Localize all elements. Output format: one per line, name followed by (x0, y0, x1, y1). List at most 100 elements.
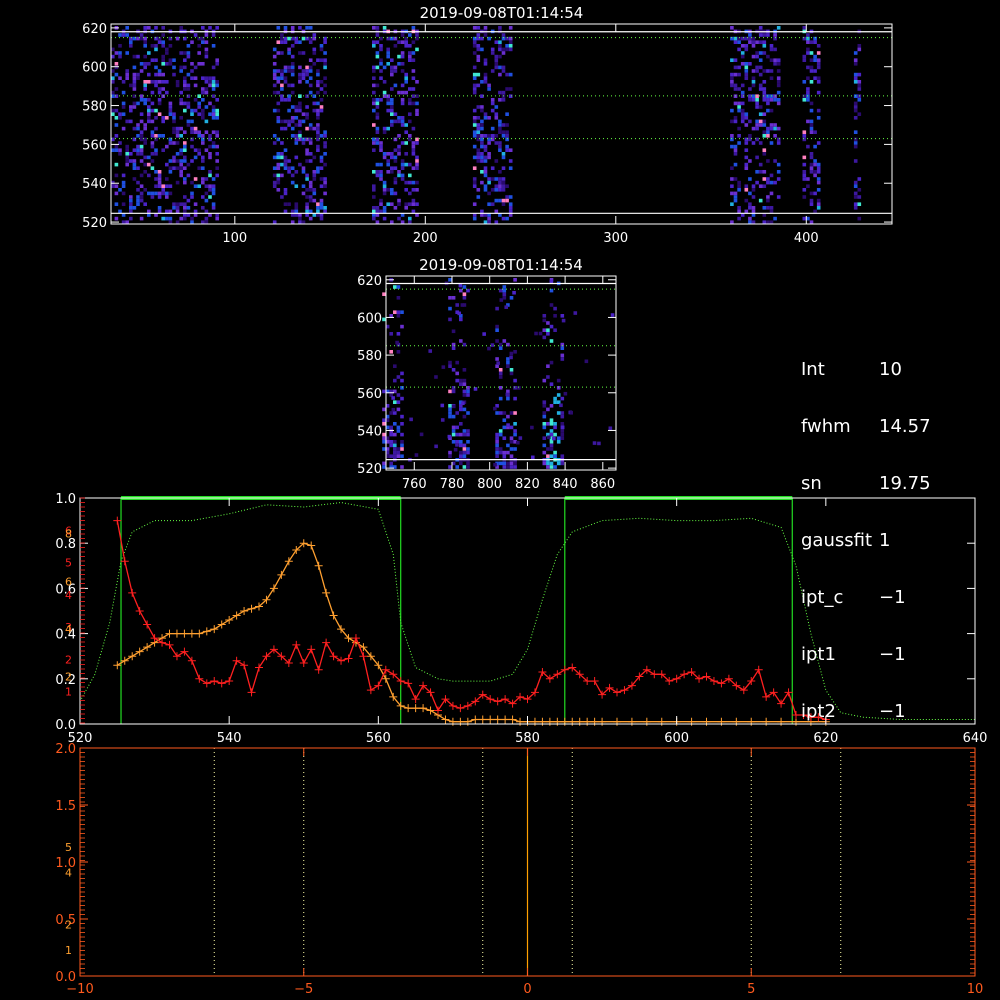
series-marker-2 (777, 699, 786, 708)
series-marker-2 (680, 670, 689, 679)
y-tick-label: 2.0 (55, 742, 76, 757)
x-tick-label: 200 (413, 231, 438, 246)
info-row-fwhm: fwhm 14.57 (801, 416, 931, 437)
y-tick-label-orange: 4 (65, 623, 72, 636)
y-tick-label-red: 4 (65, 589, 72, 602)
info-row-ipt1: ipt1 −1 (801, 644, 906, 665)
y-tick-label: 1.0 (55, 492, 76, 507)
series-marker-1 (210, 625, 219, 634)
series-marker-2 (374, 681, 383, 690)
series-marker-1 (426, 706, 435, 715)
series-marker-2 (314, 665, 323, 674)
series-marker-2 (337, 656, 346, 665)
series-marker-2 (404, 679, 413, 688)
series-marker-2 (702, 672, 711, 681)
panel-title: 2019-09-08T01:14:54 (419, 256, 583, 274)
y-tick-label: 600 (357, 311, 382, 326)
y-tick-label-red: 1 (65, 686, 72, 699)
series-marker-2 (650, 670, 659, 679)
y-tick-label: 600 (82, 61, 107, 76)
series-marker-1 (613, 717, 621, 726)
series-marker-2 (359, 652, 368, 661)
x-tick-label: 580 (515, 731, 540, 746)
info-row-gaussfit: gaussfit 1 (801, 530, 891, 551)
series-marker-1 (575, 717, 584, 726)
series-marker-1 (471, 715, 480, 724)
series-marker-1 (777, 717, 786, 726)
series-marker-2 (613, 688, 621, 697)
y-tick-label-extra: 1 (65, 944, 72, 957)
lower-panel: −10 −5 0 5 100.00.51.01.52.01245 (55, 742, 983, 997)
series-marker-2 (240, 661, 249, 670)
series-marker-1 (307, 541, 316, 550)
x-tick-label: 400 (794, 231, 819, 246)
series-marker-1 (135, 647, 144, 656)
series-marker-1 (314, 561, 323, 570)
series-marker-1 (747, 717, 756, 726)
x-tick-label: 300 (603, 231, 628, 246)
series-marker-1 (240, 607, 249, 615)
series-marker-2 (255, 663, 263, 672)
series-marker-1 (456, 717, 465, 726)
series-marker-2 (135, 607, 144, 615)
series-marker-2 (113, 516, 122, 525)
series-marker-2 (486, 695, 495, 704)
heatmap-panel-2: 2019-09-08T01:14:54 760 780 800 820 840 860 520… (357, 256, 617, 492)
y-tick-label: 540 (357, 424, 382, 439)
series-marker-2 (493, 697, 502, 706)
series-marker-1 (516, 717, 525, 726)
series-marker-2 (232, 656, 241, 665)
series-marker-2 (553, 670, 562, 679)
series-marker-2 (411, 695, 420, 704)
series-marker-1 (717, 717, 726, 726)
x-tick-label: 800 (477, 477, 502, 492)
series-marker-1 (545, 717, 554, 726)
x-tick-label: 860 (590, 477, 615, 492)
y-tick-label: 580 (357, 349, 382, 364)
series-marker-1 (202, 627, 211, 636)
series-marker-1 (277, 570, 286, 579)
series-marker-1 (172, 629, 181, 638)
filter-window (120, 497, 402, 724)
y-tick-label-orange: 8 (65, 528, 72, 541)
x-tick-label: 760 (402, 477, 427, 492)
series-marker-1 (568, 717, 577, 726)
series-marker-1 (448, 717, 457, 726)
series-marker-1 (187, 629, 196, 638)
series-marker-2 (784, 688, 793, 697)
series-marker-2 (128, 588, 137, 597)
series-marker-1 (322, 588, 331, 597)
series-marker-2 (709, 677, 718, 686)
y-tick-label: 620 (357, 274, 382, 289)
series-line-1 (116, 542, 826, 723)
series-marker-1 (269, 584, 278, 593)
series-marker-2 (463, 701, 472, 710)
x-tick-label: 840 (553, 477, 578, 492)
y-tick-label-extra: 5 (65, 841, 72, 854)
y-tick-label: 540 (82, 177, 107, 192)
series-marker-2 (792, 710, 800, 719)
series-marker-2 (217, 679, 226, 688)
series-marker-1 (232, 611, 241, 620)
series-marker-2 (329, 652, 338, 661)
series-marker-1 (553, 717, 562, 726)
series-marker-2 (620, 686, 629, 695)
series-marker-2 (344, 654, 353, 663)
series-marker-2 (717, 679, 726, 688)
y-tick-label: 0.0 (55, 970, 76, 985)
y-tick-label: 620 (82, 22, 107, 37)
y-tick-label: 580 (82, 100, 107, 115)
series-marker-2 (754, 665, 763, 674)
series-marker-2 (762, 692, 771, 701)
series-marker-2 (172, 652, 181, 661)
series-marker-2 (560, 665, 569, 674)
series-marker-1 (590, 717, 599, 726)
x-tick-label: 100 (222, 231, 247, 246)
x-tick-label: 540 (217, 731, 242, 746)
series-marker-1 (128, 652, 137, 661)
y-tick-label: 560 (357, 387, 382, 402)
series-marker-1 (247, 604, 256, 613)
series-line-2 (116, 520, 826, 721)
x-tick-label: 10 (967, 982, 984, 997)
series-marker-1 (732, 717, 741, 726)
